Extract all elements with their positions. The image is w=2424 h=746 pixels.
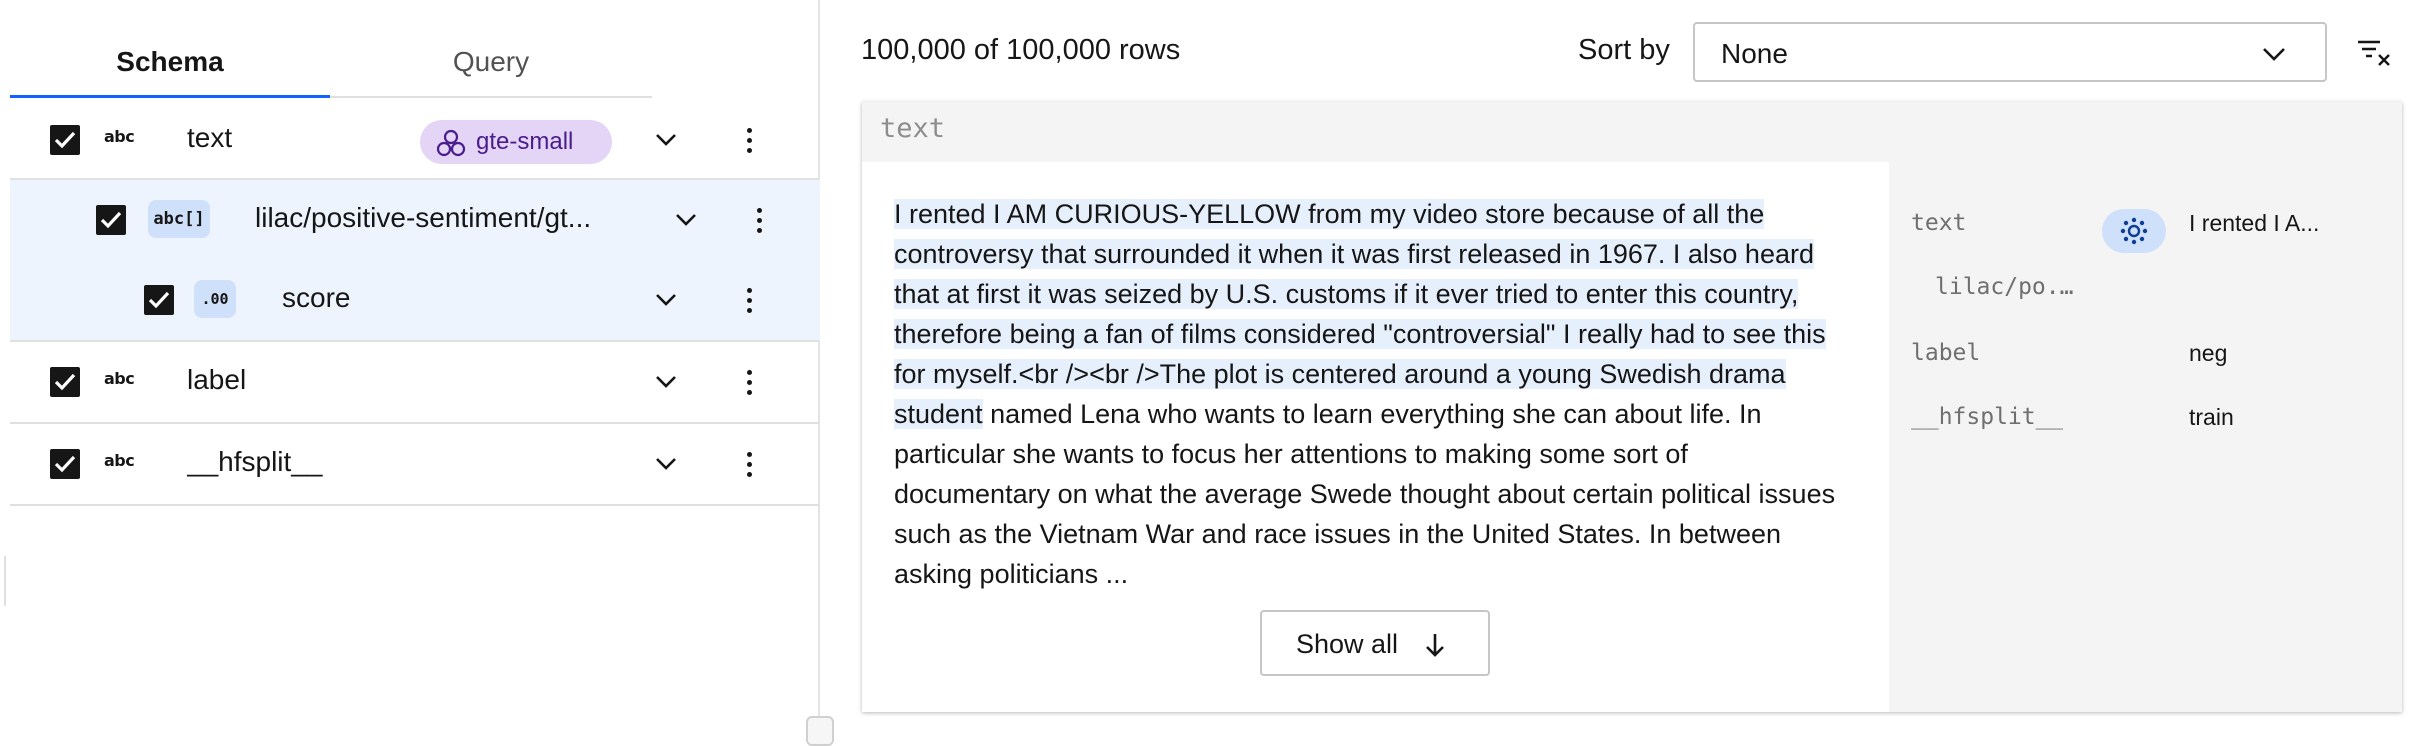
field-name: label <box>187 364 247 395</box>
field-checkbox[interactable] <box>50 449 80 479</box>
metadata-value: train <box>2189 404 2234 430</box>
expand-chevron-icon[interactable] <box>666 200 706 240</box>
row-metadata-panel: text I rented I A... lilac/po... label n… <box>1889 162 2402 712</box>
schema-tabs: Schema Query <box>10 30 652 98</box>
embedding-badge-label: gte-small <box>476 128 574 155</box>
tab-schema[interactable]: Schema <box>10 30 330 98</box>
field-name: text <box>187 122 233 153</box>
span-highlight[interactable]: I rented I AM CURIOUS-YELLOW from my vid… <box>894 199 1826 429</box>
expand-chevron-icon[interactable] <box>646 362 686 402</box>
sort-by-value: None <box>1721 38 1788 69</box>
row-text-value: I rented I AM CURIOUS-YELLOW from my vid… <box>894 194 1844 594</box>
arrow-down-icon <box>1426 634 1444 657</box>
row-count: 100,000 of 100,000 rows <box>861 34 1181 66</box>
string-type-icon: abc <box>104 369 135 388</box>
metadata-value: neg <box>2189 340 2228 366</box>
embedding-badge[interactable]: gte-small <box>420 120 612 164</box>
expand-chevron-icon[interactable] <box>646 120 686 160</box>
field-name: score <box>282 282 351 313</box>
field-row-score[interactable]: .00 score <box>10 260 820 342</box>
chevron-down-icon <box>2263 48 2285 61</box>
field-row-text[interactable]: abc text gte-small <box>10 100 820 180</box>
check-icon <box>54 455 76 473</box>
field-row-hfsplit[interactable]: abc __hfsplit__ <box>10 424 820 506</box>
embedding-icon <box>436 129 466 157</box>
row-card-header: text <box>862 102 2402 162</box>
row-text-remainder: named Lena who wants to learn everything… <box>894 399 1836 589</box>
metadata-value: I rented I A... <box>2189 210 2320 236</box>
clear-sort-icon[interactable] <box>2356 38 2392 68</box>
field-menu-icon[interactable] <box>744 198 774 242</box>
show-all-button[interactable]: Show all <box>1260 610 1490 676</box>
field-menu-icon[interactable] <box>734 360 764 404</box>
check-icon <box>148 291 170 309</box>
check-icon <box>54 373 76 391</box>
sort-by-label: Sort by <box>1578 34 1670 66</box>
string-array-type-icon: abc[] <box>148 200 210 238</box>
panel-resize-handle[interactable] <box>806 716 834 746</box>
metadata-key: label <box>1911 340 1981 366</box>
field-checkbox[interactable] <box>50 367 80 397</box>
field-menu-icon[interactable] <box>734 278 764 322</box>
check-icon <box>100 211 122 229</box>
expand-chevron-icon[interactable] <box>646 444 686 484</box>
metadata-key: __hfsplit__ <box>1911 404 2064 430</box>
field-row-signal[interactable]: abc[] lilac/positive-sentiment/gt... <box>10 180 820 260</box>
sort-by-select[interactable]: None <box>1693 22 2327 82</box>
field-name: __hfsplit__ <box>187 446 323 477</box>
metadata-key: lilac/po... <box>1935 274 2075 300</box>
field-menu-icon[interactable] <box>734 118 764 162</box>
number-type-icon: .00 <box>194 280 236 318</box>
panel-edge-marker <box>0 556 6 606</box>
expand-chevron-icon[interactable] <box>646 280 686 320</box>
schema-panel: Schema Query abc text gte-small abc[] li… <box>0 0 820 746</box>
signal-icon[interactable] <box>2102 209 2166 253</box>
tab-query[interactable]: Query <box>330 30 652 98</box>
field-checkbox[interactable] <box>144 285 174 315</box>
field-checkbox[interactable] <box>96 205 126 235</box>
string-type-icon: abc <box>104 127 135 146</box>
field-name: lilac/positive-sentiment/gt... <box>255 202 592 233</box>
field-checkbox[interactable] <box>50 125 80 155</box>
check-icon <box>54 131 76 149</box>
string-type-icon: abc <box>104 451 135 470</box>
field-row-label[interactable]: abc label <box>10 342 820 424</box>
row-card-field-label: text <box>880 113 946 144</box>
metadata-key: text <box>1911 210 1967 236</box>
row-card: text I rented I AM CURIOUS-YELLOW from m… <box>862 102 2402 712</box>
field-menu-icon[interactable] <box>734 442 764 486</box>
show-all-label: Show all <box>1296 629 1399 659</box>
